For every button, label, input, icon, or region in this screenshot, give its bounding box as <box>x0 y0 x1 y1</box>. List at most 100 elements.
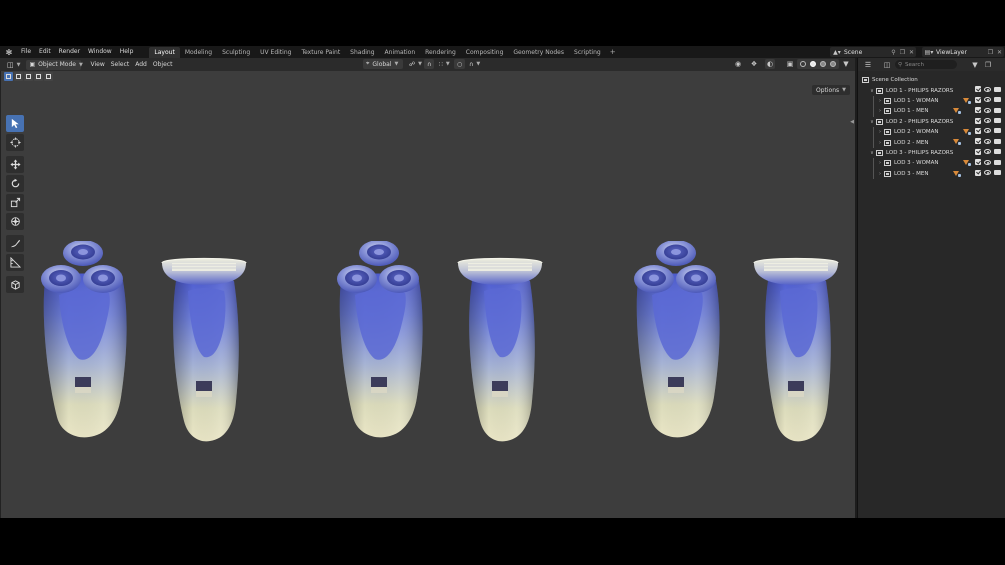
select-intersect-icon[interactable] <box>44 72 53 81</box>
scene-name[interactable]: Scene <box>844 49 889 56</box>
mode-selector[interactable]: ▣ Object Mode ▼ <box>26 59 83 70</box>
select-box-icon[interactable] <box>6 115 24 132</box>
menu-window[interactable]: Window <box>84 46 116 58</box>
camera-icon[interactable] <box>994 128 1001 134</box>
tab-sculpting[interactable]: Sculpting <box>217 47 255 58</box>
outliner-search-input[interactable]: ⚲ Search <box>895 60 957 69</box>
tab-rendering[interactable]: Rendering <box>420 47 461 58</box>
eye-icon[interactable] <box>984 86 991 92</box>
tab-shading[interactable]: Shading <box>345 47 379 58</box>
exclude-checkbox[interactable] <box>975 138 981 145</box>
outliner-row[interactable]: › LOD 2 - WOMAN <box>858 126 1005 138</box>
outliner-row[interactable]: ∨ LOD 3 - PHILIPS RAZORS <box>858 148 1005 158</box>
annotate-icon[interactable] <box>6 235 24 252</box>
move-icon[interactable] <box>6 156 24 173</box>
pivot-point-selector[interactable]: ☍ ▼ <box>406 59 425 69</box>
options-dropdown[interactable]: Options ▼ <box>811 85 850 95</box>
tab-geometry-nodes[interactable]: Geometry Nodes <box>508 47 569 58</box>
menu-help[interactable]: Help <box>116 46 138 58</box>
lod1-woman-shaver[interactable] <box>161 257 247 442</box>
add-cube-icon[interactable] <box>6 276 24 293</box>
view-layer-selector[interactable]: ▤▾ ViewLayer ❐ ✕ <box>922 47 1004 57</box>
camera-icon[interactable] <box>994 118 1001 124</box>
select-extend-icon[interactable] <box>14 72 23 81</box>
eye-icon[interactable] <box>984 107 991 113</box>
transform-orientation-selector[interactable]: ⌖ Global ▼ <box>363 59 403 69</box>
chevron-right-icon[interactable]: › <box>876 98 884 104</box>
eye-icon[interactable] <box>984 118 991 124</box>
rotate-icon[interactable] <box>6 175 24 192</box>
measure-icon[interactable] <box>6 254 24 271</box>
overlays-toggle-icon[interactable]: ◐ <box>765 59 775 69</box>
menu-object[interactable]: Object <box>150 60 176 70</box>
eye-icon[interactable] <box>984 138 991 144</box>
menu-select[interactable]: Select <box>108 60 133 70</box>
3d-viewport[interactable]: Options ▼ ◀ <box>0 71 855 518</box>
chevron-right-icon[interactable]: › <box>876 160 884 166</box>
new-view-layer-icon[interactable]: ❐ <box>986 49 995 56</box>
chevron-right-icon[interactable]: › <box>876 171 884 177</box>
exclude-checkbox[interactable] <box>975 96 981 103</box>
camera-icon[interactable] <box>994 86 1001 92</box>
eye-icon[interactable] <box>984 170 991 176</box>
outliner-row[interactable]: › LOD 3 - WOMAN <box>858 158 1005 169</box>
new-collection-icon[interactable]: ❐ <box>983 60 993 70</box>
lod3-woman-shaver[interactable] <box>753 257 839 442</box>
view-layer-name[interactable]: ViewLayer <box>936 49 986 56</box>
pin-icon[interactable]: ⚲ <box>889 49 898 56</box>
editor-type-button[interactable]: ◫ ▼ <box>4 60 23 70</box>
eye-icon[interactable] <box>984 149 991 155</box>
delete-scene-icon[interactable]: ✕ <box>907 49 916 56</box>
xray-toggle-icon[interactable]: ▣ <box>785 59 795 69</box>
outliner-row[interactable]: › LOD 2 - MEN <box>858 137 1005 148</box>
chevron-right-icon[interactable]: › <box>876 129 884 135</box>
outliner-row[interactable]: › LOD 1 - MEN <box>858 106 1005 117</box>
tab-modeling[interactable]: Modeling <box>180 47 217 58</box>
exclude-checkbox[interactable] <box>975 169 981 176</box>
transform-icon[interactable] <box>6 213 24 230</box>
eye-icon[interactable] <box>984 128 991 134</box>
falloff-selector[interactable]: ∩ ▼ <box>466 59 483 69</box>
outliner-row[interactable]: › LOD 1 - WOMAN <box>858 95 1005 107</box>
outliner-row[interactable]: ∨ LOD 2 - PHILIPS RAZORS <box>858 117 1005 127</box>
lod1-men-shaver[interactable] <box>41 241 127 438</box>
camera-icon[interactable] <box>994 97 1001 103</box>
tab-uv-editing[interactable]: UV Editing <box>255 47 296 58</box>
shading-options-icon[interactable]: ▼ <box>841 59 851 69</box>
lod3-men-shaver[interactable] <box>634 241 720 438</box>
visibility-selector-icon[interactable]: ◉ <box>733 59 743 69</box>
delete-view-layer-icon[interactable]: ✕ <box>995 49 1004 56</box>
tab-animation[interactable]: Animation <box>380 47 421 58</box>
tab-texture-paint[interactable]: Texture Paint <box>296 47 345 58</box>
eye-icon[interactable] <box>984 97 991 103</box>
lod2-men-shaver[interactable] <box>337 241 423 438</box>
camera-icon[interactable] <box>994 170 1001 176</box>
tab-scripting[interactable]: Scripting <box>569 47 606 58</box>
chevron-down-icon[interactable]: ∨ <box>868 150 876 156</box>
lod2-woman-shaver[interactable] <box>457 257 543 442</box>
snap-target-selector[interactable]: ∷ ▼ <box>436 59 453 69</box>
chevron-right-icon[interactable]: › <box>876 108 884 114</box>
select-new-icon[interactable] <box>4 72 13 81</box>
menu-add[interactable]: Add <box>132 60 150 70</box>
sidebar-toggle-icon[interactable]: ◀ <box>850 119 854 125</box>
menu-file[interactable]: File <box>17 46 35 58</box>
eye-icon[interactable] <box>984 159 991 165</box>
camera-icon[interactable] <box>994 138 1001 144</box>
tab-compositing[interactable]: Compositing <box>461 47 509 58</box>
blender-logo-icon[interactable]: ✻ <box>3 46 15 58</box>
exclude-checkbox[interactable] <box>975 117 981 124</box>
material-preview-icon[interactable] <box>818 59 828 69</box>
menu-render[interactable]: Render <box>55 46 84 58</box>
wireframe-shading-icon[interactable] <box>798 59 808 69</box>
exclude-checkbox[interactable] <box>975 159 981 166</box>
proportional-edit-toggle[interactable]: ○ <box>454 59 466 69</box>
scale-icon[interactable] <box>6 194 24 211</box>
new-scene-icon[interactable]: ❐ <box>898 49 907 56</box>
exclude-checkbox[interactable] <box>975 107 981 114</box>
filter-icon[interactable]: ▼ <box>970 60 980 70</box>
menu-view[interactable]: View <box>87 60 107 70</box>
outliner-row-scene-collection[interactable]: Scene Collection <box>858 75 1005 85</box>
camera-icon[interactable] <box>994 107 1001 113</box>
tab-layout[interactable]: Layout <box>149 46 180 58</box>
